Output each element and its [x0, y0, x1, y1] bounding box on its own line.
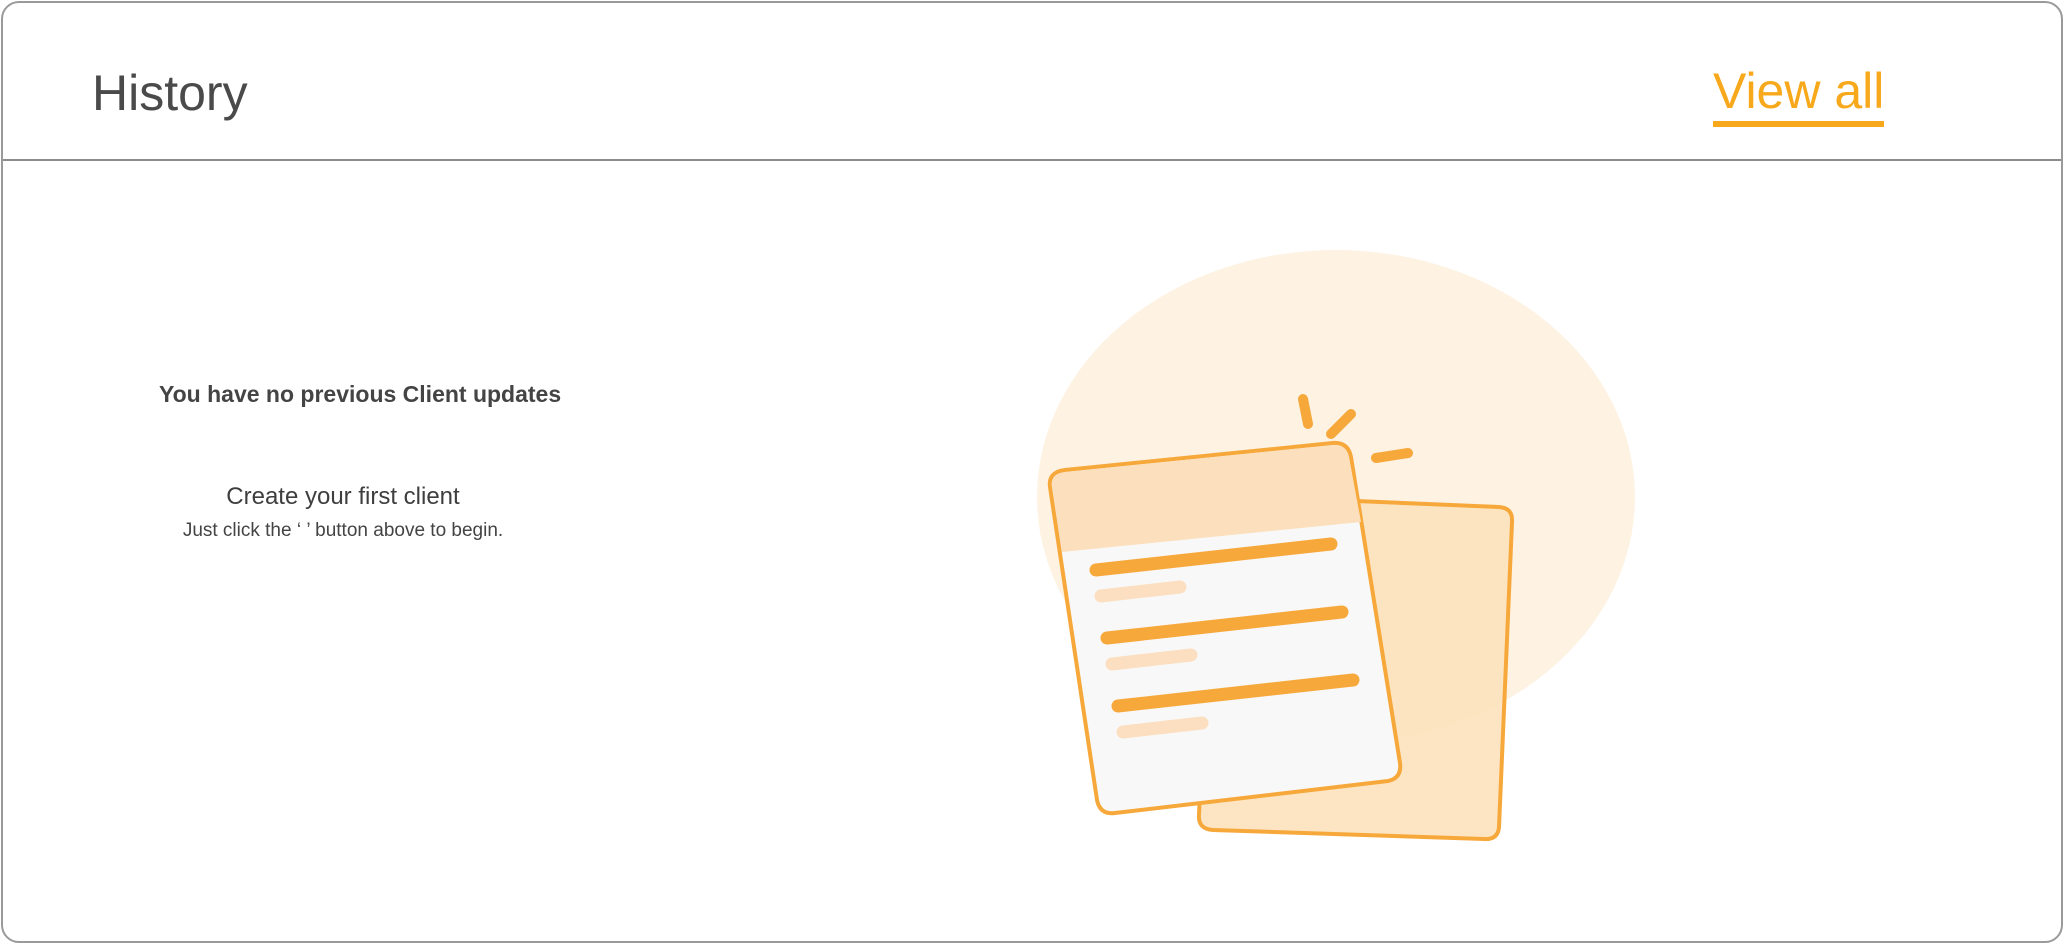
sparkle-mark-1 [1298, 394, 1313, 429]
content-subline-1 [1094, 580, 1187, 603]
empty-state-heading: Create your first client [226, 483, 460, 510]
card-header: History View all [3, 3, 2061, 161]
empty-state-message: You have no previous Client updates [159, 381, 562, 407]
document-stack-illustration [1037, 250, 1635, 842]
content-subline-2 [1105, 648, 1198, 671]
empty-state-hint: Just click the ‘ ’ button above to begin… [182, 520, 504, 541]
history-card: History View all You have no previous Cl… [1, 1, 2063, 943]
view-all-link[interactable]: View all [1713, 61, 1885, 127]
sparkle-mark-3 [1371, 448, 1413, 463]
page-title: History [92, 65, 248, 121]
content-subline-3 [1116, 716, 1209, 739]
